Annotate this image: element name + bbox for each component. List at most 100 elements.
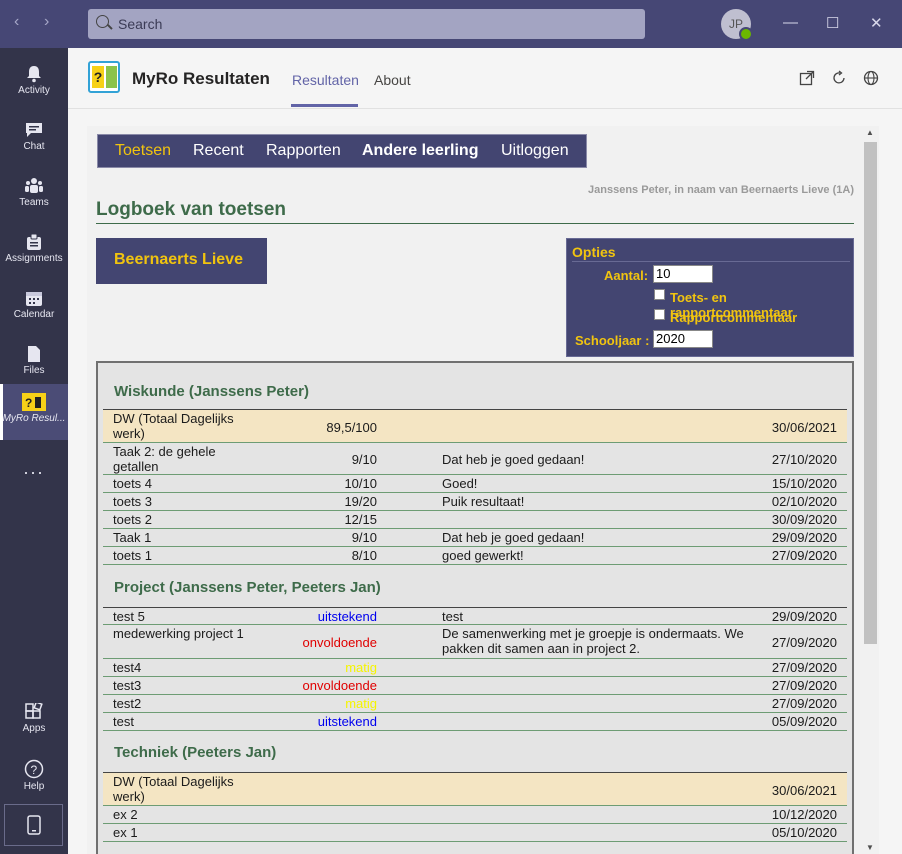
scroll-up-icon[interactable]: ▲ — [866, 128, 874, 137]
result-score: matig — [345, 696, 377, 711]
aantal-input[interactable]: 10 — [653, 265, 713, 283]
rapport-checkbox[interactable] — [654, 309, 665, 320]
minimize-icon[interactable]: — — [783, 14, 798, 31]
back-arrow-icon[interactable]: ‹ — [14, 13, 19, 31]
scroll-down-icon[interactable]: ▼ — [866, 843, 874, 852]
rail-item-activity[interactable]: Activity — [0, 56, 68, 108]
result-score: 10/10 — [344, 476, 377, 491]
left-rail: Activity Chat Teams Assignments Calendar… — [0, 48, 68, 854]
content-frame: Toetsen Recent Rapporten Andere leerling… — [87, 126, 862, 854]
close-icon[interactable]: ✕ — [870, 14, 883, 32]
total-row: DW (Totaal Dagelijks werk) 89,5/100 30/06/… — [103, 409, 847, 443]
title-divider — [96, 223, 854, 224]
toets-rapport-checkbox[interactable] — [654, 289, 665, 300]
result-name: Taak 2: de gehele getallen — [113, 444, 216, 474]
tab-resultaten[interactable]: Resultaten — [292, 72, 359, 88]
rail-item-myro[interactable]: ? MyRo Resul... — [0, 384, 68, 440]
rail-item-help[interactable]: ? Help — [0, 750, 68, 802]
result-comment: Goed! — [442, 476, 478, 491]
options-title: Opties — [572, 244, 616, 260]
result-name: test 5 — [113, 609, 145, 624]
options-panel: Opties Aantal: 10 Toets- en rapportcomme… — [566, 238, 854, 357]
result-name: test4 — [113, 660, 142, 675]
popout-icon[interactable] — [799, 70, 815, 86]
result-row: medewerking project 1 onvoldoende De samen… — [103, 625, 847, 659]
svg-text:?: ? — [31, 763, 38, 777]
menu-item-toetsen[interactable]: Toetsen — [115, 142, 171, 160]
options-divider — [572, 261, 850, 262]
result-name: medewerking project 1 — [113, 626, 244, 641]
result-row: ex 1 05/10/2020 — [103, 824, 847, 842]
rail-item-apps[interactable]: Apps — [0, 694, 68, 746]
rail-item-assignments[interactable]: Assignments — [0, 224, 68, 276]
result-date: 27/09/2020 — [771, 696, 837, 711]
section-title: Project (Janssens Peter, Peeters Jan) — [114, 579, 381, 596]
rail-item-teams[interactable]: Teams — [0, 168, 68, 220]
result-score: uitstekend — [317, 609, 377, 624]
rail-item-files[interactable]: Files — [0, 336, 68, 388]
result-comment: test — [442, 609, 463, 624]
result-row: test4 matig 27/09/2020 — [103, 659, 847, 677]
refresh-icon[interactable] — [831, 70, 847, 86]
bell-icon — [27, 66, 41, 83]
schooljaar-input[interactable]: 2020 — [653, 330, 713, 348]
user-info: Janssens Peter, in naam van Beernaerts L… — [588, 184, 854, 196]
scrollbar[interactable]: ▲ ▼ — [862, 126, 879, 854]
result-comment: Puik resultaat! — [442, 494, 525, 509]
app-name: MyRo Resultaten — [132, 69, 270, 88]
rail-label: Files — [23, 365, 45, 376]
phone-icon — [27, 815, 41, 835]
student-name: Beernaerts Lieve — [114, 251, 243, 268]
result-date: 27/10/2020 — [771, 452, 837, 467]
menu-item-recent[interactable]: Recent — [193, 142, 244, 160]
results-panel: Wiskunde (Janssens Peter) DW (Totaal Dage… — [96, 361, 854, 854]
scroll-thumb[interactable] — [864, 142, 877, 644]
result-row: test3 onvoldoende 27/09/2020 — [103, 677, 847, 695]
result-date: 10/12/2020 — [771, 807, 837, 822]
result-comment: Dat heb je goed gedaan! — [442, 452, 585, 467]
main-menu: Toetsen Recent Rapporten Andere leerling… — [97, 134, 587, 168]
rail-label: Apps — [22, 723, 46, 734]
maximize-icon[interactable]: ☐ — [826, 14, 839, 32]
result-score: matig — [345, 660, 377, 675]
page-title: Logboek van toetsen — [96, 199, 287, 220]
result-date: 30/06/2021 — [771, 783, 837, 798]
rail-label: Help — [23, 781, 45, 792]
search-input[interactable]: Search — [88, 9, 645, 39]
calendar-icon — [26, 292, 42, 306]
device-button[interactable] — [4, 804, 63, 846]
result-row: Taak 1 9/10 Dat heb je goed gedaan! 29/09/2… — [103, 529, 847, 547]
menu-item-rapporten[interactable]: Rapporten — [266, 142, 341, 160]
tab-about[interactable]: About — [374, 72, 411, 88]
result-name: test3 — [113, 678, 142, 693]
result-score: 89,5/100 — [326, 420, 377, 435]
forward-arrow-icon[interactable]: › — [44, 13, 49, 31]
rail-label: Activity — [18, 85, 50, 96]
rail-label: Teams — [19, 197, 49, 208]
result-name: ex 1 — [113, 825, 138, 840]
result-date: 27/09/2020 — [771, 635, 837, 650]
result-score: onvoldoende — [302, 678, 377, 693]
avatar[interactable]: JP — [721, 9, 753, 41]
result-row: Taak 2: de gehele getallen 9/10 Dat heb je… — [103, 443, 847, 475]
rail-item-more[interactable]: ... — [0, 452, 68, 482]
menu-item-uitloggen[interactable]: Uitloggen — [501, 142, 569, 160]
apps-icon — [25, 703, 43, 719]
result-name: Taak 1 — [113, 530, 152, 545]
result-name: toets 3 — [113, 494, 153, 509]
result-date: 30/09/2020 — [771, 512, 837, 527]
globe-icon[interactable] — [863, 70, 879, 86]
rail-item-calendar[interactable]: Calendar — [0, 280, 68, 332]
result-comment: Dat heb je goed gedaan! — [442, 530, 585, 545]
chat-icon — [26, 123, 42, 137]
teams-icon — [25, 178, 43, 193]
file-icon — [28, 346, 40, 362]
result-score: 12/15 — [344, 512, 377, 527]
result-name: DW (Totaal Dagelijks werk) — [113, 411, 234, 441]
result-row: test2 matig 27/09/2020 — [103, 695, 847, 713]
student-box: Beernaerts Lieve — [96, 238, 267, 284]
myro-logo: ? — [88, 61, 120, 93]
menu-item-andere-leerling[interactable]: Andere leerling — [362, 142, 478, 160]
title-bar: ‹ › Search JP — ☐ ✕ — [0, 0, 902, 48]
rail-item-chat[interactable]: Chat — [0, 112, 68, 164]
